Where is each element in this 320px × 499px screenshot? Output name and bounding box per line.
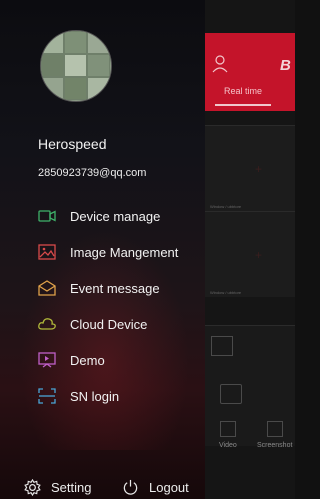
brand-logo: B — [280, 57, 291, 74]
tab-underline — [215, 104, 271, 106]
menu-item-demo[interactable]: Demo — [38, 349, 198, 371]
add-device-icon[interactable]: + — [255, 249, 265, 261]
panel-label: Window / ubbtore — [210, 204, 242, 209]
cloud-icon — [38, 318, 56, 330]
username: Herospeed — [38, 136, 107, 152]
scan-icon — [38, 388, 56, 404]
user-email: 2850923739@qq.com — [38, 167, 147, 179]
menu-item-sn-login[interactable]: SN login — [38, 385, 198, 407]
panel-label: Window / ubbtore — [210, 290, 242, 295]
menu-item-image-management[interactable]: Image Mangement — [38, 241, 198, 263]
add-device-icon[interactable]: + — [255, 163, 265, 175]
screenshot-icon[interactable] — [267, 421, 283, 437]
menu-label: Image Mangement — [70, 244, 179, 260]
info-button[interactable] — [220, 384, 242, 404]
video-panel[interactable]: + Window / ubbtore — [205, 211, 295, 297]
user-icon[interactable] — [212, 55, 228, 73]
menu-item-cloud-device[interactable]: Cloud Device — [38, 313, 198, 335]
menu-label: Cloud Device — [70, 316, 148, 332]
menu-label: Device manage — [70, 208, 161, 224]
menu-item-event-message[interactable]: Event message — [38, 277, 198, 299]
logout-label: Logout — [149, 480, 189, 495]
navigation-drawer: Herospeed 2850923739@qq.com Device manag… — [0, 0, 205, 499]
gear-icon — [24, 479, 41, 496]
layout-button[interactable] — [211, 336, 233, 356]
logout-button[interactable]: Logout — [122, 479, 189, 496]
screenshot-label: Screenshot — [257, 442, 293, 449]
power-icon — [123, 479, 138, 495]
setting-label: Setting — [51, 480, 92, 495]
video-panel[interactable]: + Window / ubbtore — [205, 125, 295, 211]
menu-label: SN login — [70, 388, 120, 404]
demo-screen-icon — [38, 352, 56, 368]
camera-icon — [38, 210, 56, 222]
bottom-toolbar: Video Screenshot — [205, 325, 295, 449]
image-icon — [38, 244, 56, 260]
menu-label: Demo — [70, 352, 105, 368]
envelope-icon — [38, 280, 56, 296]
setting-button[interactable]: Setting — [24, 479, 91, 496]
video-icon[interactable] — [220, 421, 236, 437]
tab-realtime[interactable]: Real time — [224, 86, 262, 96]
menu-label: Event message — [70, 280, 160, 296]
menu-item-device-manage[interactable]: Device manage — [38, 205, 198, 227]
avatar[interactable] — [40, 30, 112, 102]
video-label: Video — [219, 442, 237, 449]
